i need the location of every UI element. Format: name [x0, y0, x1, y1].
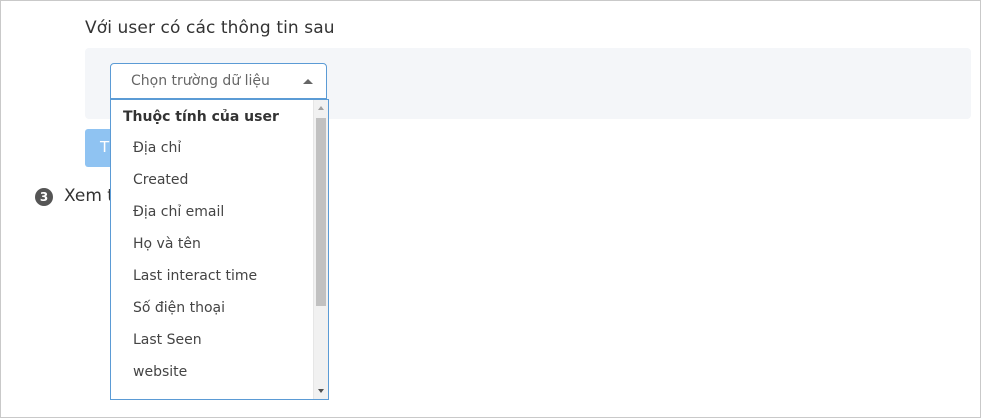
dropdown-group-header: Thuộc tính của user [123, 109, 279, 125]
field-select[interactable]: Chọn trường dữ liệu [110, 63, 327, 99]
caret-up-icon [303, 79, 313, 84]
condition-title: Với user có các thông tin sau [85, 18, 335, 38]
primary-button-label: T [100, 138, 110, 156]
step-number-badge: 3 [35, 188, 53, 206]
dropdown-option[interactable]: Số điện thoại [133, 300, 225, 316]
step-label: Xem t [64, 186, 114, 206]
field-dropdown-list[interactable]: Thuộc tính của user Địa chỉ Created Địa … [110, 99, 329, 400]
dropdown-option[interactable]: Created [133, 172, 188, 188]
scroll-up-arrow-icon[interactable] [318, 106, 324, 110]
dropdown-option[interactable]: Last Seen [133, 332, 202, 348]
scroll-thumb[interactable] [316, 118, 326, 306]
dropdown-option[interactable]: Địa chỉ [133, 140, 181, 156]
dropdown-option[interactable]: website [133, 364, 187, 380]
field-select-placeholder: Chọn trường dữ liệu [131, 73, 270, 89]
dropdown-option[interactable]: Họ và tên [133, 236, 201, 252]
dropdown-option[interactable]: Địa chỉ email [133, 204, 224, 220]
dropdown-scrollbar[interactable] [313, 100, 328, 399]
page-frame: Với user có các thông tin sau T 3 Xem t … [0, 0, 981, 418]
dropdown-option[interactable]: Last interact time [133, 268, 257, 284]
scroll-down-arrow-icon[interactable] [318, 389, 324, 393]
